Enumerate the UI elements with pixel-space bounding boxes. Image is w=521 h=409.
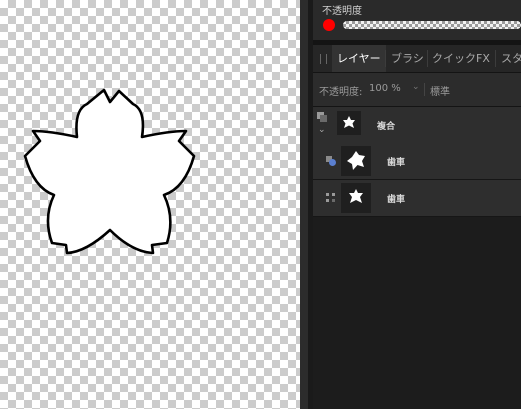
flower-gear-icon <box>349 189 363 203</box>
layer-row-gear-2[interactable]: 歯車 <box>313 180 521 217</box>
flower-composite-icon <box>343 116 355 128</box>
current-color-swatch[interactable] <box>323 19 335 31</box>
layer-thumbnail <box>341 183 371 213</box>
layer-thumbnail <box>337 111 361 135</box>
tab-styles[interactable]: スタ <box>496 45 521 72</box>
flower-gear-icon <box>347 151 365 170</box>
layer-name: 歯車 <box>387 158 406 168</box>
opacity-title: 不透明度 <box>322 6 362 17</box>
layer-row-composite[interactable]: ⌄ 複合 <box>313 107 521 144</box>
right-panel: 不透明度 レイヤー ブラシ クイックFX スタ 不透明度: 100 % ⌄ 標準… <box>313 0 521 409</box>
drag-handle-icon[interactable] <box>320 54 327 64</box>
blend-mode-select[interactable]: 標準 <box>430 83 450 98</box>
opacity-slider[interactable] <box>343 21 521 29</box>
layer-opacity-label: 不透明度: <box>319 87 363 98</box>
layer-toolbar: 不透明度: 100 % ⌄ 標準 <box>313 73 521 107</box>
layer-thumbnail <box>341 146 371 176</box>
expand-chevron-icon[interactable]: ⌄ <box>318 125 326 135</box>
flower-shape[interactable] <box>0 0 300 409</box>
tab-layers[interactable]: レイヤー <box>332 45 386 72</box>
toolbar-separator <box>424 83 425 96</box>
panel-tabbar: レイヤー ブラシ クイックFX スタ <box>313 45 521 73</box>
color-opacity-section: 不透明度 <box>313 0 521 41</box>
layer-name: 複合 <box>377 122 396 132</box>
tab-quick-fx[interactable]: クイックFX <box>427 45 495 72</box>
layer-opacity-value[interactable]: 100 % <box>369 83 401 94</box>
canvas-panel-divider <box>300 0 308 409</box>
canvas[interactable] <box>0 0 300 409</box>
chevron-down-icon[interactable]: ⌄ <box>412 82 420 92</box>
layer-group-icon <box>317 112 327 122</box>
layer-type-icon <box>326 156 336 166</box>
tab-brushes[interactable]: ブラシ <box>386 45 429 72</box>
layer-row-gear-1[interactable]: 歯車 <box>313 143 521 180</box>
layer-name: 歯車 <box>387 195 406 205</box>
layer-type-icon <box>326 193 335 202</box>
